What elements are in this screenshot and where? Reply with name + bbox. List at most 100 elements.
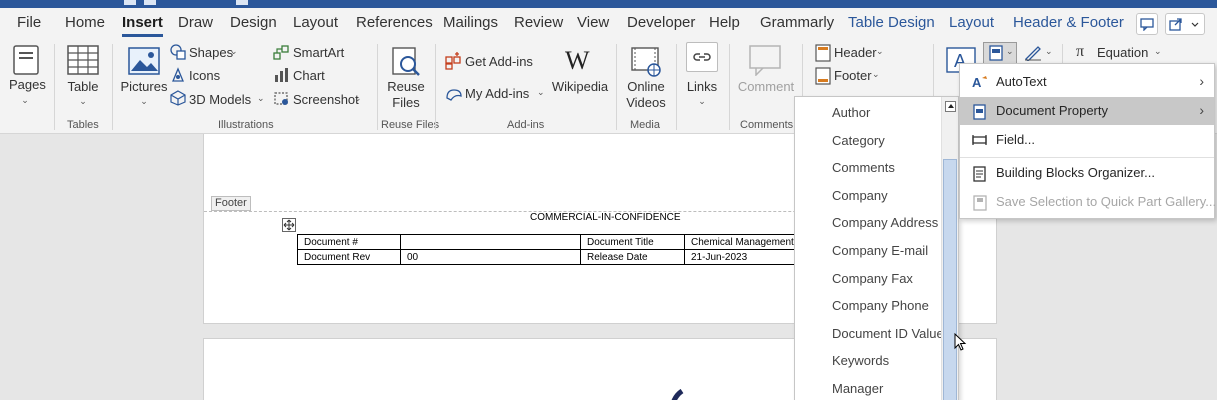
footer-table[interactable]: Document # Document Title Chemical Manag…: [297, 234, 797, 265]
header-label: Header: [834, 45, 877, 60]
property-item-manager[interactable]: Manager: [832, 381, 883, 396]
quick-access-icon[interactable]: [144, 0, 156, 5]
chevron-right-icon: ›: [1199, 102, 1204, 118]
tab-draw[interactable]: Draw: [178, 14, 213, 31]
header-icon: [815, 44, 831, 62]
group-label-tables: Tables: [67, 119, 99, 131]
svg-text:A: A: [972, 75, 982, 89]
footer-section-tag: Footer: [211, 196, 251, 211]
online-videos-label-2: Videos: [626, 95, 666, 110]
tab-review[interactable]: Review: [514, 14, 563, 31]
property-item-company-email[interactable]: Company E-mail: [832, 243, 928, 258]
get-addins-label: Get Add-ins: [465, 54, 533, 69]
link-icon: [693, 53, 711, 61]
3d-models-label: 3D Models: [189, 92, 252, 107]
group-divider: [377, 44, 378, 130]
table-icon: [67, 45, 99, 75]
comment-label: Comment: [737, 79, 795, 94]
smartart-icon: [273, 45, 289, 60]
property-item-keywords[interactable]: Keywords: [832, 353, 889, 368]
property-item-comments[interactable]: Comments: [832, 160, 895, 175]
property-item-company-fax[interactable]: Company Fax: [832, 271, 913, 286]
tab-developer[interactable]: Developer: [627, 14, 695, 31]
chevron-down-icon: ⌄: [257, 93, 265, 103]
chevron-down-icon: ⌄: [1006, 46, 1014, 56]
menu-item-building-blocks-organizer[interactable]: Building Blocks Organizer...: [960, 159, 1214, 187]
tab-file[interactable]: File: [17, 14, 41, 31]
table-cell[interactable]: Document Title: [580, 234, 685, 250]
chevron-down-icon: ⌄: [21, 95, 29, 105]
comment-icon: [1140, 18, 1154, 31]
reuse-files-label-1: Reuse: [387, 79, 425, 94]
table-row: Document # Document Title Chemical Manag…: [297, 234, 797, 250]
tab-design[interactable]: Design: [230, 14, 277, 31]
table-cell[interactable]: Document #: [297, 234, 401, 250]
group-label-addins: Add-ins: [507, 119, 545, 131]
tab-view[interactable]: View: [577, 14, 609, 31]
quick-access-icon[interactable]: [236, 0, 248, 5]
group-divider: [435, 44, 436, 130]
icons-icon: [172, 67, 184, 82]
move-icon: [283, 219, 295, 231]
online-videos-icon: [631, 47, 661, 77]
table-row: Document Rev 00 Release Date 21-Jun-2023: [297, 249, 797, 265]
building-blocks-icon: [973, 166, 986, 182]
table-move-handle[interactable]: [282, 218, 296, 232]
menu-item-label: AutoText: [996, 74, 1047, 89]
menu-item-field[interactable]: Field...: [960, 126, 1214, 154]
table-cell[interactable]: 00: [400, 249, 581, 265]
menu-separator: [960, 157, 1214, 158]
chart-icon: [275, 68, 288, 82]
comments-button[interactable]: [1136, 13, 1158, 35]
table-cell[interactable]: 21-Jun-2023: [684, 249, 797, 265]
tab-references[interactable]: References: [356, 14, 433, 31]
menu-item-label: Building Blocks Organizer...: [996, 165, 1155, 180]
group-label-illustrations: Illustrations: [218, 119, 274, 131]
group-label-comments: Comments: [740, 119, 794, 131]
property-item-category[interactable]: Category: [832, 133, 885, 148]
property-item-document-id-value[interactable]: Document ID Value: [832, 326, 944, 341]
tab-home[interactable]: Home: [65, 14, 105, 31]
table-cell[interactable]: Document Rev: [297, 249, 401, 265]
screenshot-label: Screenshot: [293, 92, 359, 107]
wikipedia-icon: W: [565, 46, 590, 75]
scroll-up-arrow-icon[interactable]: [945, 101, 956, 112]
tab-table-design[interactable]: Table Design: [848, 14, 935, 31]
pages-label: Pages: [9, 77, 46, 92]
property-item-author[interactable]: Author: [832, 105, 870, 120]
chevron-down-icon: ⌄: [537, 87, 545, 97]
my-addins-label: My Add-ins: [465, 86, 530, 101]
new-comment-icon: [749, 45, 781, 76]
tab-help[interactable]: Help: [709, 14, 740, 31]
mouse-cursor-icon: [954, 333, 967, 351]
chevron-down-icon: ⌄: [698, 96, 706, 106]
property-list-scrollbar[interactable]: [941, 97, 958, 400]
property-item-company[interactable]: Company: [832, 188, 888, 203]
menu-item-document-property[interactable]: Document Property ›: [960, 97, 1214, 125]
table-cell[interactable]: [400, 234, 581, 250]
chevron-down-icon: ⌄: [140, 96, 148, 106]
scrollbar-thumb[interactable]: [943, 159, 957, 400]
tab-mailings[interactable]: Mailings: [443, 14, 498, 31]
tab-header-footer[interactable]: Header & Footer: [1013, 14, 1124, 31]
property-item-company-address[interactable]: Company Address: [832, 215, 938, 230]
reuse-files-icon: [392, 47, 420, 76]
get-addins-icon: [445, 52, 461, 70]
tab-table-layout[interactable]: Layout: [949, 14, 994, 31]
online-videos-label-1: Online: [627, 79, 665, 94]
quick-access-icon[interactable]: [124, 0, 136, 5]
property-item-company-phone[interactable]: Company Phone: [832, 298, 929, 313]
group-divider: [54, 44, 55, 130]
table-cell[interactable]: Chemical Management F: [684, 234, 797, 250]
group-divider: [616, 44, 617, 130]
chevron-down-icon: ⌄: [1045, 46, 1053, 56]
share-button[interactable]: [1165, 13, 1205, 35]
table-cell[interactable]: Release Date: [580, 249, 685, 265]
menu-item-save-selection: Save Selection to Quick Part Gallery...: [960, 188, 1216, 216]
title-bar-strip: [0, 0, 1217, 8]
tab-layout[interactable]: Layout: [293, 14, 338, 31]
tab-insert[interactable]: Insert: [122, 14, 163, 37]
confidentiality-text[interactable]: COMMERCIAL-IN-CONFIDENCE: [530, 212, 681, 223]
menu-item-autotext[interactable]: A AutoText ›: [960, 68, 1214, 96]
tab-grammarly[interactable]: Grammarly: [760, 14, 834, 31]
